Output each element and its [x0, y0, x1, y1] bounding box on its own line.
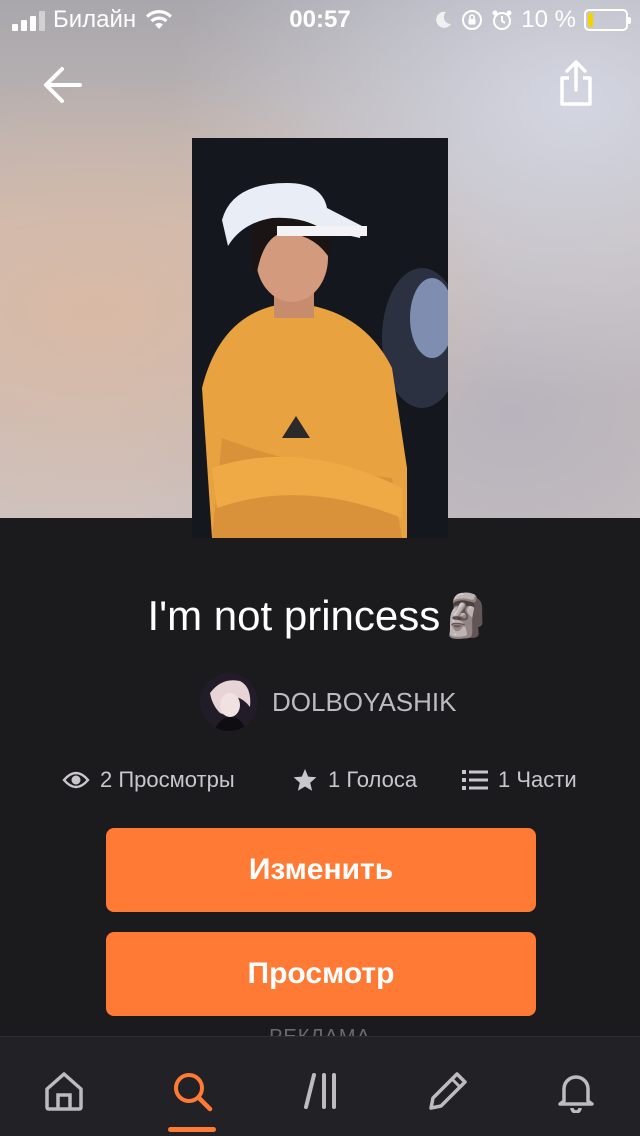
- alarm-icon: [492, 10, 512, 30]
- view-button[interactable]: Просмотр: [106, 932, 536, 1016]
- eye-icon: [62, 771, 90, 789]
- story-stats: 2 Просмотры 1 Голоса 1 Части: [0, 758, 640, 802]
- write-icon: [429, 1072, 467, 1110]
- story-cover[interactable]: [192, 138, 448, 538]
- battery-percent: 10 %: [521, 6, 576, 33]
- views-stat: 2 Просмотры: [62, 758, 235, 802]
- tab-home[interactable]: [32, 1059, 96, 1123]
- active-tab-indicator: [168, 1127, 216, 1132]
- cover-photo: [192, 138, 448, 538]
- battery-icon: [584, 9, 631, 31]
- avatar: [200, 673, 258, 731]
- tab-write[interactable]: [416, 1059, 480, 1123]
- parts-stat: 1 Части: [462, 758, 577, 802]
- tab-notifications[interactable]: [544, 1059, 608, 1123]
- home-icon: [45, 1072, 83, 1111]
- votes-stat: 1 Голоса: [292, 758, 417, 802]
- tab-library[interactable]: [290, 1059, 354, 1123]
- parts-count: 1 Части: [498, 767, 577, 792]
- edit-button[interactable]: Изменить: [106, 828, 536, 912]
- tab-search[interactable]: [160, 1059, 224, 1123]
- list-icon: [462, 770, 488, 790]
- share-icon: [560, 60, 592, 106]
- votes-count: 1 Голоса: [328, 767, 418, 792]
- back-button[interactable]: [36, 58, 92, 114]
- bottom-tab-bar: [0, 1036, 640, 1136]
- status-bar: Билайн 00:57 10 %: [0, 0, 640, 40]
- views-count: 2 Просмотры: [100, 767, 235, 792]
- arrow-left-icon: [44, 67, 82, 103]
- moon-icon: [436, 11, 452, 28]
- search-icon: [174, 1073, 213, 1112]
- share-button[interactable]: [548, 56, 604, 112]
- status-right: 10 %: [433, 6, 631, 34]
- orientation-lock-icon: [462, 10, 483, 30]
- library-icon: [304, 1073, 336, 1109]
- author-name: DOLBOYASHIK: [272, 686, 457, 717]
- story-title: I'm not princess🗿: [147, 592, 493, 639]
- bell-icon: [558, 1075, 594, 1113]
- star-icon: [293, 769, 317, 791]
- avatar-image: [200, 673, 258, 731]
- author-link[interactable]: DOLBOYASHIK: [200, 672, 456, 732]
